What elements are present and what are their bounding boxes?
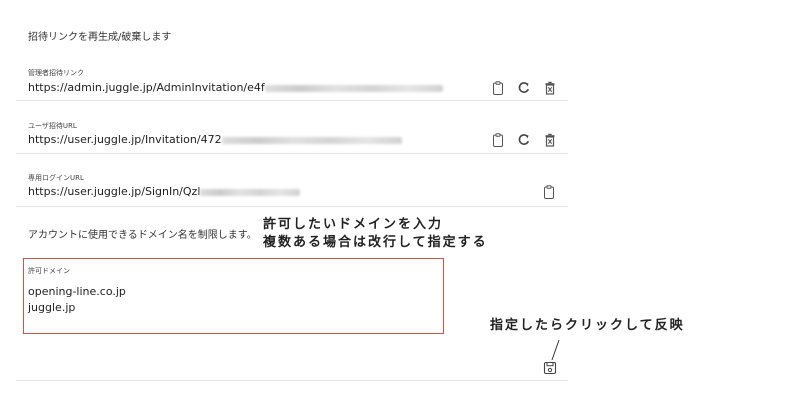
save-icon[interactable] — [542, 360, 558, 376]
signin-url-label: 専用ログインURL — [28, 174, 84, 182]
divider — [16, 380, 568, 381]
redacted-token — [264, 84, 443, 92]
clipboard-icon[interactable] — [490, 80, 506, 96]
divider — [16, 206, 568, 207]
allowed-domains-label: 許可ドメイン — [28, 267, 70, 275]
admin-invite-link-url: https://admin.juggle.jp/AdminInvitation/… — [28, 81, 443, 94]
user-invite-url: https://user.juggle.jp/Invitation/472 — [28, 133, 402, 146]
refresh-icon[interactable] — [516, 80, 532, 96]
divider — [16, 153, 568, 154]
admin-invite-link-url-text: https://admin.juggle.jp/AdminInvitation/… — [28, 81, 265, 94]
clipboard-icon[interactable] — [541, 184, 557, 200]
save-annotation: 指定したらクリックして反映 — [490, 318, 685, 333]
signin-url: https://user.juggle.jp/SignIn/Qzl — [28, 185, 301, 198]
domain-input-annotation-line1: 許可したいドメインを入力 — [263, 217, 444, 232]
user-invite-url-label: ユーザ招待URL — [28, 122, 77, 130]
admin-invite-link-label: 管理者招待リンク — [28, 69, 84, 77]
clipboard-icon[interactable] — [490, 132, 506, 148]
annotation-pointer-line — [551, 339, 560, 361]
allowed-domains-input[interactable]: opening-line.co.jp juggle.jp — [28, 284, 126, 316]
trash-icon[interactable] — [542, 132, 558, 148]
trash-icon[interactable] — [542, 80, 558, 96]
allowed-domains-field[interactable]: 許可ドメイン opening-line.co.jp juggle.jp — [23, 258, 444, 334]
domain-input-annotation-line2: 複数ある場合は改行して指定する — [263, 235, 488, 250]
domain-restriction-description: アカウントに使用できるドメイン名を制限します。 — [28, 230, 257, 241]
redacted-token — [200, 188, 301, 196]
user-invite-url-text: https://user.juggle.jp/Invitation/472 — [28, 133, 222, 146]
refresh-icon[interactable] — [516, 132, 532, 148]
page-heading: 招待リンクを再生成/破棄します — [28, 32, 172, 43]
redacted-token — [221, 136, 402, 144]
signin-url-text: https://user.juggle.jp/SignIn/Qzl — [28, 185, 201, 198]
divider — [16, 100, 568, 101]
